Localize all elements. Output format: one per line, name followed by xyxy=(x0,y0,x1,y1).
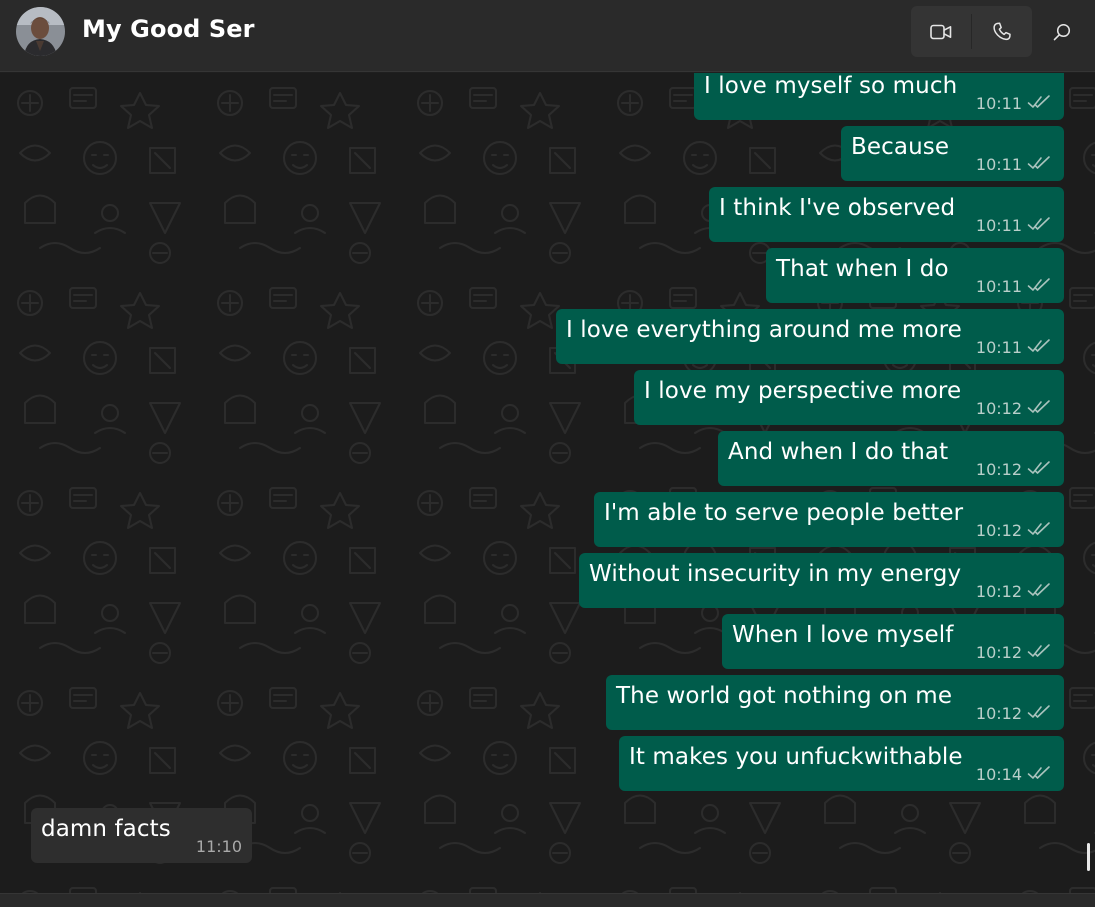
double-check-read-icon xyxy=(1027,156,1050,169)
message-text: Because xyxy=(851,134,950,160)
video-call-button[interactable] xyxy=(911,6,971,57)
message-bubble-outgoing[interactable]: I think I've observed 10:11 xyxy=(709,187,1064,242)
double-check-read-icon xyxy=(1027,644,1050,657)
voice-call-button[interactable] xyxy=(972,6,1032,57)
message-text: I'm able to serve people better xyxy=(604,500,964,526)
scrollbar-thumb[interactable] xyxy=(1087,843,1090,871)
chat-header: My Good Ser xyxy=(0,0,1095,72)
message-time: 10:11 xyxy=(975,277,1022,296)
message-time: 10:12 xyxy=(975,399,1022,418)
phone-icon xyxy=(993,22,1011,41)
message-time: 10:12 xyxy=(975,521,1022,540)
call-buttons-group xyxy=(911,6,1032,57)
double-check-read-icon xyxy=(1027,278,1050,291)
message-text: damn facts xyxy=(41,816,171,842)
double-check-read-icon xyxy=(1027,217,1050,230)
double-check-read-icon xyxy=(1027,461,1050,474)
message-text: I think I've observed xyxy=(719,195,956,221)
message-bubble-outgoing[interactable]: I love my perspective more 10:12 xyxy=(634,370,1064,425)
message-text: When I love myself xyxy=(732,622,954,648)
double-check-read-icon xyxy=(1027,400,1050,413)
message-time: 10:12 xyxy=(975,643,1022,662)
message-time: 10:14 xyxy=(975,765,1022,784)
search-icon xyxy=(1053,23,1071,41)
message-text: I love everything around me more xyxy=(566,317,962,343)
search-button[interactable] xyxy=(1042,10,1082,54)
message-time: 10:12 xyxy=(975,704,1022,723)
message-text: I love myself so much xyxy=(704,73,958,99)
double-check-read-icon xyxy=(1027,583,1050,596)
message-bubble-outgoing[interactable]: And when I do that 10:12 xyxy=(718,431,1064,486)
message-time: 10:12 xyxy=(975,582,1022,601)
message-bubble-outgoing[interactable]: I love everything around me more 10:11 xyxy=(556,309,1064,364)
double-check-read-icon xyxy=(1027,339,1050,352)
message-text: That when I do xyxy=(776,256,949,282)
message-list[interactable]: I love myself so much 10:11 Because 10:1… xyxy=(0,73,1095,893)
message-text: And when I do that xyxy=(728,439,949,465)
message-time: 11:10 xyxy=(195,837,242,856)
message-time: 10:11 xyxy=(975,155,1022,174)
contact-avatar[interactable] xyxy=(16,7,65,56)
message-text: I love my perspective more xyxy=(644,378,962,404)
message-bubble-outgoing[interactable]: Without insecurity in my energy 10:12 xyxy=(579,553,1064,608)
message-bubble-incoming[interactable]: damn facts 11:10 xyxy=(31,808,252,863)
double-check-read-icon xyxy=(1027,95,1050,108)
message-time: 10:11 xyxy=(975,216,1022,235)
message-time: 10:11 xyxy=(975,94,1022,113)
avatar-photo xyxy=(16,7,65,56)
message-bubble-outgoing[interactable]: I love myself so much 10:11 xyxy=(694,73,1064,120)
message-bubble-outgoing[interactable]: It makes you unfuckwithable 10:14 xyxy=(619,736,1064,791)
message-text: The world got nothing on me xyxy=(616,683,953,709)
contact-name[interactable]: My Good Ser xyxy=(82,15,255,43)
message-bubble-outgoing[interactable]: When I love myself 10:12 xyxy=(722,614,1064,669)
message-text: It makes you unfuckwithable xyxy=(629,744,963,770)
message-time: 10:12 xyxy=(975,460,1022,479)
message-time: 10:11 xyxy=(975,338,1022,357)
chat-window: My Good Ser I love myself so much 10:11 … xyxy=(0,0,1095,907)
video-camera-icon xyxy=(930,24,952,39)
double-check-read-icon xyxy=(1027,522,1050,535)
message-bubble-outgoing[interactable]: The world got nothing on me 10:12 xyxy=(606,675,1064,730)
double-check-read-icon xyxy=(1027,766,1050,779)
message-bubble-outgoing[interactable]: Because 10:11 xyxy=(841,126,1064,181)
double-check-read-icon xyxy=(1027,705,1050,718)
message-bubble-outgoing[interactable]: That when I do 10:11 xyxy=(766,248,1064,303)
message-bubble-outgoing[interactable]: I'm able to serve people better 10:12 xyxy=(594,492,1064,547)
message-text: Without insecurity in my energy xyxy=(589,561,962,587)
composer-bar-edge xyxy=(0,893,1095,907)
